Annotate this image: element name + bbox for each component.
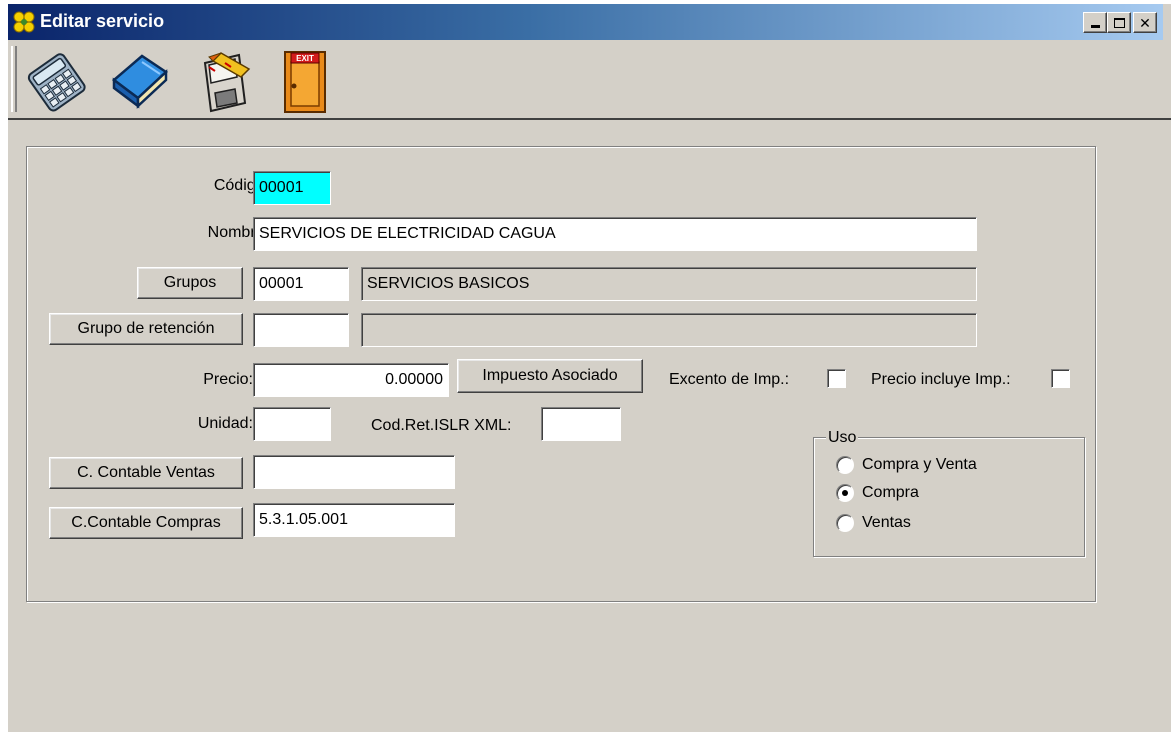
close-icon: ✕ xyxy=(1139,14,1151,31)
minimize-icon xyxy=(1090,25,1100,28)
grupos-button[interactable]: Grupos xyxy=(137,267,243,299)
radio-ventas[interactable] xyxy=(836,514,854,532)
maximize-button[interactable] xyxy=(1107,12,1131,33)
grupo-retencion-button[interactable]: Grupo de retención xyxy=(49,313,243,345)
calculator-icon xyxy=(27,53,86,112)
retencion-code-input[interactable] xyxy=(253,313,349,347)
cuenta-contable-ventas-button[interactable]: C. Contable Ventas xyxy=(49,457,243,489)
app-flower-icon xyxy=(13,11,35,33)
book-icon xyxy=(112,54,169,109)
uso-option-label: Compra xyxy=(862,484,919,501)
close-button[interactable]: ✕ xyxy=(1133,12,1157,33)
cuenta-contable-compras-input[interactable]: 5.3.1.05.001 xyxy=(253,503,455,537)
exit-sign-text: EXIT xyxy=(296,54,314,63)
radio-compra-venta[interactable] xyxy=(836,456,854,474)
precio-input[interactable]: 0.00000 xyxy=(253,363,449,397)
toolbar-grip[interactable] xyxy=(11,46,17,112)
uso-group: Uso Compra y Venta Compra Ventas xyxy=(813,429,1085,557)
edit-service-window: Editar servicio ✕ EXIT Código: 00001 Nom… xyxy=(8,4,1171,732)
grupos-description-field: SERVICIOS BASICOS xyxy=(361,267,977,301)
unidad-label: Unidad: xyxy=(197,415,253,432)
uso-option-compra-venta[interactable]: Compra y Venta xyxy=(836,456,977,474)
uso-option-label: Compra y Venta xyxy=(862,456,977,473)
uso-legend: Uso xyxy=(826,429,859,447)
toolbar: EXIT xyxy=(8,40,1171,120)
precio-label: Precio: xyxy=(203,371,253,388)
unidad-input[interactable] xyxy=(253,407,331,441)
codigo-input[interactable]: 00001 xyxy=(253,171,331,205)
maximize-icon xyxy=(1113,17,1125,28)
save-button[interactable] xyxy=(190,46,260,116)
minimize-button[interactable] xyxy=(1083,12,1107,33)
cuenta-contable-compras-button[interactable]: C.Contable Compras xyxy=(49,507,243,539)
excento-checkbox[interactable] xyxy=(827,369,846,388)
radio-compra-selected[interactable] xyxy=(836,484,854,502)
precio-incluye-label: Precio incluye Imp.: xyxy=(871,371,1011,388)
grupos-code-input[interactable]: 00001 xyxy=(253,267,349,301)
cod-ret-islr-input[interactable] xyxy=(541,407,621,441)
uso-option-label: Ventas xyxy=(862,514,911,531)
service-form-panel: Código: 00001 Nombre: SERVICIOS DE ELECT… xyxy=(26,146,1096,602)
uso-option-compra[interactable]: Compra xyxy=(836,484,919,502)
cod-ret-islr-label: Cod.Ret.ISLR XML: xyxy=(371,417,512,434)
uso-option-ventas[interactable]: Ventas xyxy=(836,514,911,532)
calculator-button[interactable] xyxy=(22,46,92,116)
title-bar[interactable]: Editar servicio ✕ xyxy=(8,4,1163,40)
save-disk-icon xyxy=(203,52,251,113)
nombre-input[interactable]: SERVICIOS DE ELECTRICIDAD CAGUA xyxy=(253,217,977,251)
cuenta-contable-ventas-input[interactable] xyxy=(253,455,455,489)
window-controls: ✕ xyxy=(1083,12,1157,33)
retencion-description-field xyxy=(361,313,977,347)
excento-label: Excento de Imp.: xyxy=(669,371,790,388)
precio-incluye-checkbox[interactable] xyxy=(1051,369,1070,388)
book-button[interactable] xyxy=(104,46,174,116)
exit-door-icon: EXIT xyxy=(284,51,326,113)
impuesto-asociado-button[interactable]: Impuesto Asociado xyxy=(457,359,643,393)
window-title: Editar servicio xyxy=(40,11,165,31)
exit-button[interactable]: EXIT xyxy=(270,46,340,116)
